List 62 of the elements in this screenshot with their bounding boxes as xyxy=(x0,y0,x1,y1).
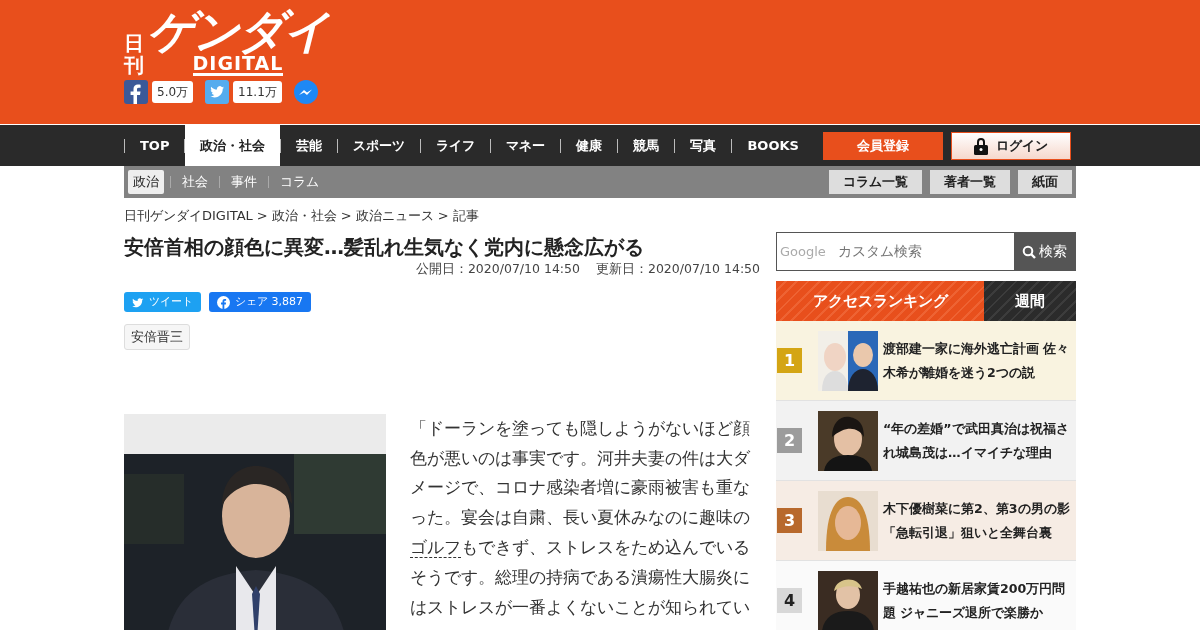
rank-badge: 2 xyxy=(777,428,802,453)
breadcrumb-link[interactable]: 政治ニュース xyxy=(355,206,434,226)
bird-icon xyxy=(132,296,144,308)
article-title: 安倍首相の顔色に異変…髪乱れ生気なく党内に懸念広がる xyxy=(124,233,645,260)
search-brand-text: Google xyxy=(779,242,827,261)
messenger-icon[interactable] xyxy=(293,80,318,104)
ranking-item[interactable]: 1 渡部建一家に海外逃亡計画 佐々木希が離婚を迷う2つの説 xyxy=(776,321,1076,401)
share-button[interactable]: シェア 3,887 xyxy=(209,292,311,313)
subnav-tab[interactable]: コラム xyxy=(275,170,324,194)
subnav-tab[interactable]: 事件 xyxy=(226,170,262,194)
publish-date: 公開日：2020/07/10 14:50 xyxy=(415,259,580,278)
article-title: 手越祐也の新居家賃200万円問題 ジャニーズ退所で楽勝か xyxy=(883,579,1067,622)
breadcrumb-link[interactable]: 政治・社会 xyxy=(271,206,337,226)
article-paragraph: 「ドーランを塗っても隠しようがないほど顔色が悪いのは事実です。河井夫妻の件は大ダメージで、コロナ感染者増に豪雨被害も重なった。宴会は自粛、長い夏休みなのに趣味の ゴルフ もできず、ストレスをため込んでいるそうです。総理の持病である潰瘍性大腸炎にはストレスが一番よくないことが知られてい xyxy=(410,416,751,619)
nav-tab[interactable]: 健康 xyxy=(561,125,618,166)
nav-tab[interactable]: 競馬 xyxy=(618,125,675,166)
subnav-button[interactable]: コラム一覧 xyxy=(829,170,922,194)
ranking-tab[interactable]: アクセスランキング xyxy=(776,281,984,321)
logo-text: DIGITAL xyxy=(192,54,284,76)
logo-text: ゲンダイ xyxy=(148,8,328,54)
nav-tab[interactable]: マネー xyxy=(491,125,561,166)
login-button[interactable]: ログイン xyxy=(951,131,1071,160)
nav-tab[interactable]: 芸能 xyxy=(281,125,338,166)
subnav-tab[interactable]: 政治 xyxy=(128,170,164,194)
ranking-item[interactable]: 4 手越祐也の新居家賃200万円問題 ジャニーズ退所で楽勝か xyxy=(776,561,1076,630)
update-date: 更新日：2020/07/10 14:50 xyxy=(595,259,760,278)
nav-tab[interactable]: 写真 xyxy=(675,125,732,166)
breadcrumb-link[interactable]: 記事 xyxy=(452,206,479,226)
search-button[interactable]: 検索 xyxy=(1013,233,1075,270)
breadcrumb-separator: > xyxy=(437,207,449,225)
article-title: “年の差婚”で武田真治は祝福され城島茂は…イマイチな理由 xyxy=(883,419,1070,462)
breadcrumb-separator: > xyxy=(256,207,268,225)
facebook-icon[interactable] xyxy=(124,80,148,104)
share-count: 11.1万 xyxy=(233,81,282,103)
logo-text: 日刊 xyxy=(124,32,144,76)
nav-tab[interactable]: TOP xyxy=(125,125,185,166)
breadcrumb-separator: > xyxy=(340,207,352,225)
subnav-button[interactable]: 紙面 xyxy=(1018,170,1072,194)
rank-badge: 1 xyxy=(777,348,802,373)
article-title: 渡部建一家に海外逃亡計画 佐々木希が離婚を迷う2つの説 xyxy=(883,339,1071,382)
share-count: 5.0万 xyxy=(152,81,194,103)
article-title: 木下優樹菜に第2、第3の男の影「急転引退」狙いと全舞台裏 xyxy=(883,499,1071,542)
ranking-item[interactable]: 2 “年の差婚”で武田真治は祝福され城島茂は…イマイチな理由 xyxy=(776,401,1076,481)
register-button[interactable]: 会員登録 xyxy=(823,131,943,160)
facebook-icon xyxy=(217,295,230,309)
search-field[interactable]: Google カスタム検索 検索 xyxy=(776,232,1076,271)
subnav-button[interactable]: 著者一覧 xyxy=(930,170,1010,194)
search-icon xyxy=(1021,244,1036,259)
rank-badge: 4 xyxy=(777,588,802,613)
keyword-link[interactable]: ゴルフ xyxy=(410,536,461,558)
tag-link[interactable]: 安倍晋三 xyxy=(124,324,190,350)
ranking-item[interactable]: 3 木下優樹菜に第2、第3の男の影「急転引退」狙いと全舞台裏 xyxy=(776,481,1076,561)
breadcrumb-link[interactable]: 日刊ゲンダイDIGITAL xyxy=(124,206,253,226)
nav-tab[interactable]: スポーツ xyxy=(338,125,421,166)
nav-tab[interactable]: BOOKS xyxy=(732,125,814,166)
rank-badge: 3 xyxy=(777,508,802,533)
bird-icon[interactable] xyxy=(205,80,230,104)
nav-tab[interactable]: ライフ xyxy=(421,125,491,166)
ranking-tab[interactable]: 週間 xyxy=(984,281,1076,321)
subnav-tab[interactable]: 社会 xyxy=(177,170,213,194)
nav-tab[interactable]: 政治・社会 xyxy=(185,125,281,166)
lock-icon xyxy=(974,136,988,155)
